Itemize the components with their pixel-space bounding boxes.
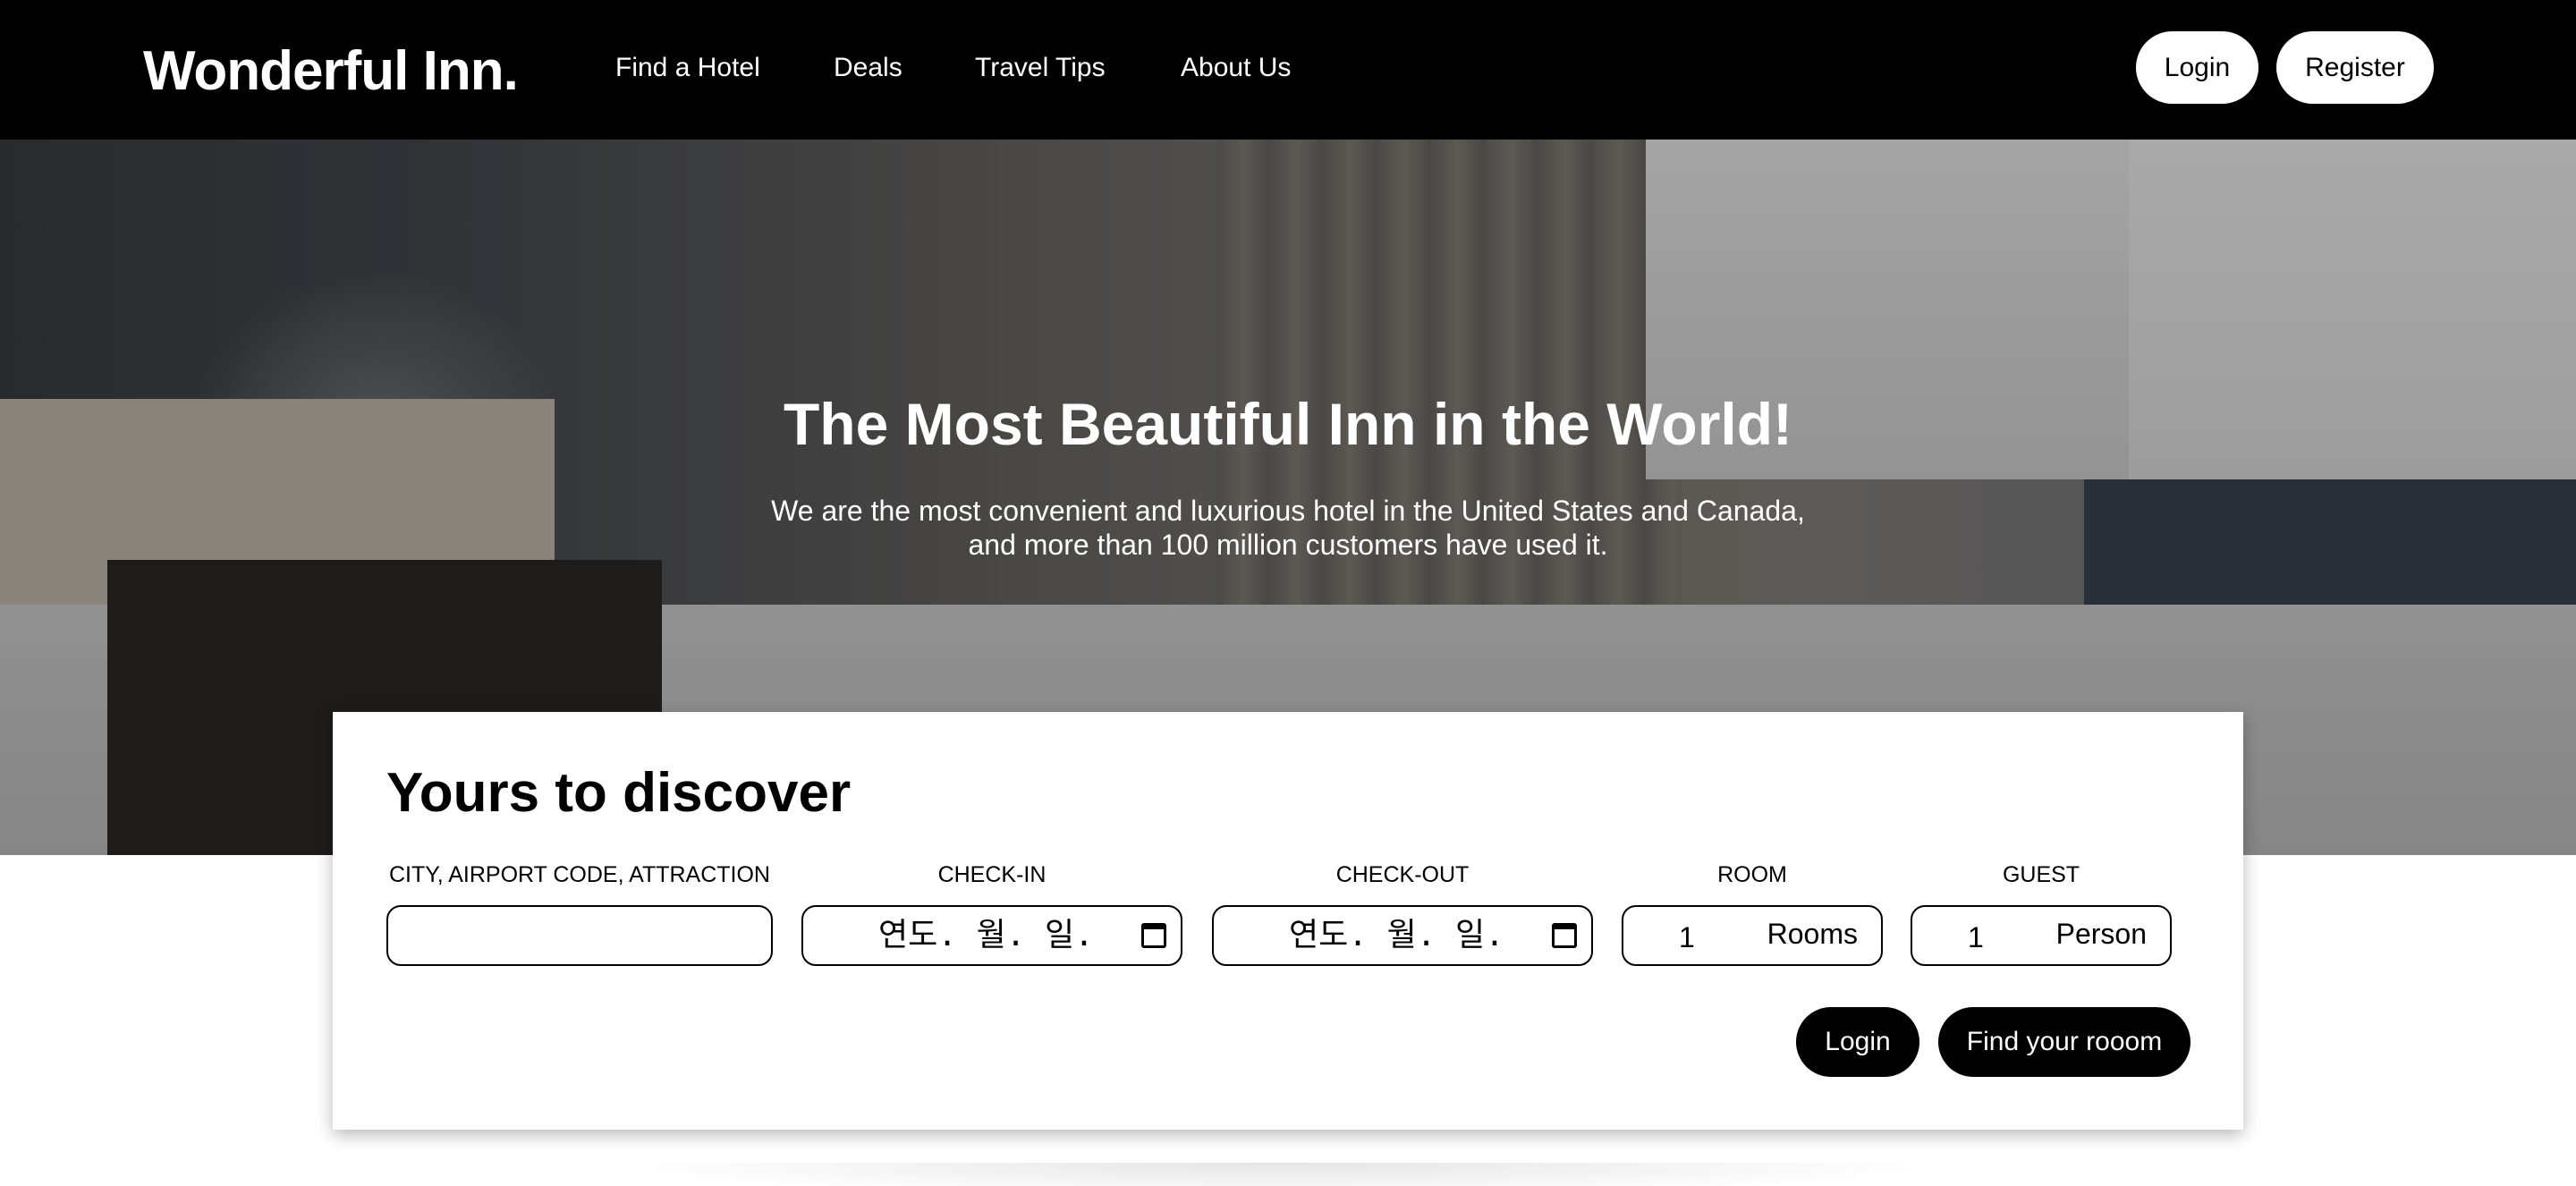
search-title: Yours to discover <box>386 762 852 824</box>
site-logo[interactable]: Wonderful Inn. <box>143 36 519 107</box>
guest-unit: Person <box>2055 918 2147 950</box>
nav-deals[interactable]: Deals <box>834 47 975 89</box>
guest-count-value: 1 <box>1968 921 1984 953</box>
checkin-date-placeholder: 연도. 월. 일. <box>878 917 1094 953</box>
calendar-icon[interactable] <box>1552 923 1577 948</box>
find-room-button[interactable]: Find your rooom <box>1938 1007 2190 1077</box>
hero-title: The Most Beautiful Inn in the World! <box>783 391 1793 457</box>
room-unit: Rooms <box>1767 918 1858 950</box>
nav-find-a-hotel[interactable]: Find a Hotel <box>615 47 834 89</box>
room-label: ROOM <box>1717 862 1787 887</box>
checkout-label: CHECK-OUT <box>1335 862 1470 887</box>
guest-count-input[interactable]: 1 Person <box>1911 905 2172 966</box>
checkout-date-input[interactable]: 연도. 월. 일. <box>1212 905 1593 966</box>
room-count-value: 1 <box>1679 921 1695 953</box>
nav-travel-tips[interactable]: Travel Tips <box>975 47 1181 89</box>
checkout-date-placeholder: 연도. 월. 일. <box>1289 917 1504 953</box>
checkin-label: CHECK-IN <box>937 862 1046 887</box>
destination-field: CITY, AIRPORT CODE, ATTRACTION <box>386 860 773 966</box>
hero-subtitle: We are the most convenient and luxurious… <box>771 495 1805 561</box>
next-section-shadow <box>608 1163 1950 1186</box>
header-login-button[interactable]: Login <box>2136 31 2258 104</box>
guest-label: GUEST <box>2002 862 2080 887</box>
destination-label: CITY, AIRPORT CODE, ATTRACTION <box>388 862 770 887</box>
checkin-field: CHECK-IN 연도. 월. 일. <box>801 860 1182 966</box>
room-field: ROOM 1 Rooms <box>1622 860 1883 966</box>
main-nav: Find a Hotel Deals Travel Tips About Us <box>615 47 1315 89</box>
destination-input[interactable] <box>386 905 773 966</box>
site-header: Wonderful Inn. Find a Hotel Deals Travel… <box>0 0 2576 140</box>
nav-about-us[interactable]: About Us <box>1181 47 1315 89</box>
calendar-icon[interactable] <box>1141 923 1166 948</box>
search-card: Yours to discover CITY, AIRPORT CODE, AT… <box>333 712 2243 1130</box>
checkout-field: CHECK-OUT 연도. 월. 일. <box>1212 860 1593 966</box>
search-login-button[interactable]: Login <box>1796 1007 1919 1077</box>
header-register-button[interactable]: Register <box>2276 31 2434 104</box>
room-count-input[interactable]: 1 Rooms <box>1622 905 1883 966</box>
guest-field: GUEST 1 Person <box>1911 860 2172 966</box>
checkin-date-input[interactable]: 연도. 월. 일. <box>801 905 1182 966</box>
